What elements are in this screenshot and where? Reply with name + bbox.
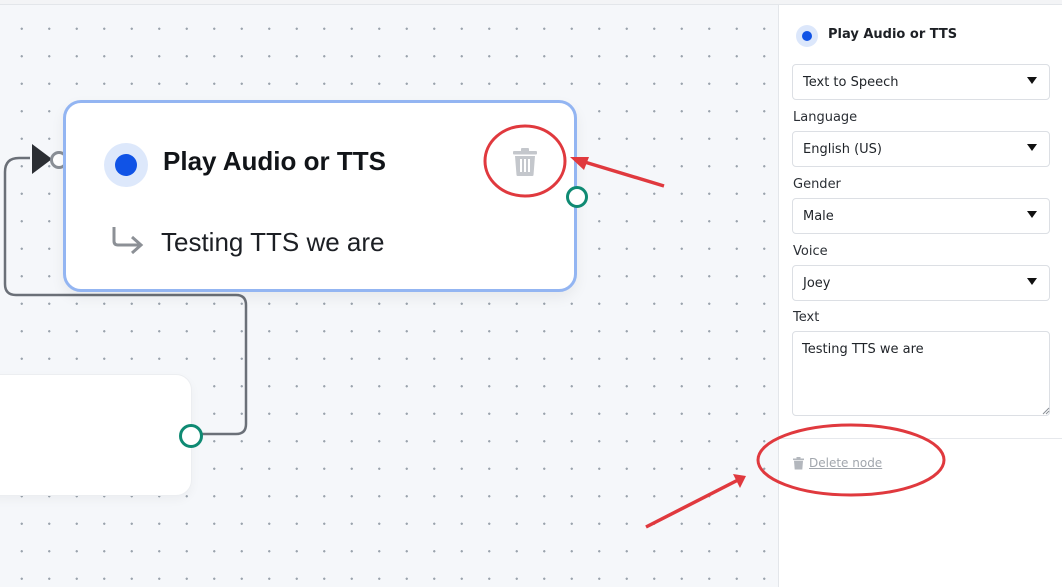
gender-label: Gender: [793, 177, 841, 192]
trash-icon[interactable]: [513, 148, 537, 176]
node-output-port[interactable]: [566, 186, 588, 208]
play-audio-node[interactable]: Play Audio or TTS Testing TTS we are: [63, 100, 577, 292]
trash-icon: [793, 457, 804, 470]
voice-select[interactable]: Joey: [792, 265, 1050, 301]
panel-title: Play Audio or TTS: [828, 27, 958, 42]
play-triangle-icon[interactable]: [30, 144, 52, 174]
mode-select-value: Text to Speech: [803, 75, 899, 90]
node-status-icon: [104, 143, 148, 187]
chevron-down-icon: [1027, 144, 1037, 151]
language-select-value: English (US): [803, 142, 882, 157]
voice-select-value: Joey: [803, 276, 831, 291]
chevron-down-icon: [1027, 211, 1037, 218]
gender-select[interactable]: Male: [792, 198, 1050, 234]
chevron-down-icon: [1027, 278, 1037, 285]
text-label: Text: [793, 310, 820, 325]
tts-text-input[interactable]: Testing TTS we are: [792, 331, 1050, 416]
panel-divider: [779, 438, 1062, 439]
previous-node[interactable]: [0, 374, 192, 496]
mode-select[interactable]: Text to Speech: [792, 64, 1050, 100]
node-title: Play Audio or TTS: [163, 146, 386, 176]
language-select[interactable]: English (US): [792, 131, 1050, 167]
connection-lines: [3, 156, 248, 436]
resize-handle-icon[interactable]: [1040, 405, 1050, 415]
delete-node-link[interactable]: Delete node: [809, 456, 882, 470]
gender-select-value: Male: [803, 209, 834, 224]
panel-status-icon: [796, 25, 818, 47]
reply-arrow-icon: [112, 227, 144, 255]
chevron-down-icon: [1027, 77, 1037, 84]
voice-label: Voice: [793, 244, 828, 259]
node-settings-panel: Play Audio or TTS Text to Speech Languag…: [778, 5, 1062, 587]
language-label: Language: [793, 110, 858, 125]
previous-node-output-port[interactable]: [179, 424, 203, 448]
flow-canvas[interactable]: Play Audio or TTS Testing TTS we are: [0, 5, 778, 587]
node-preview-text: Testing TTS we are: [161, 227, 385, 257]
